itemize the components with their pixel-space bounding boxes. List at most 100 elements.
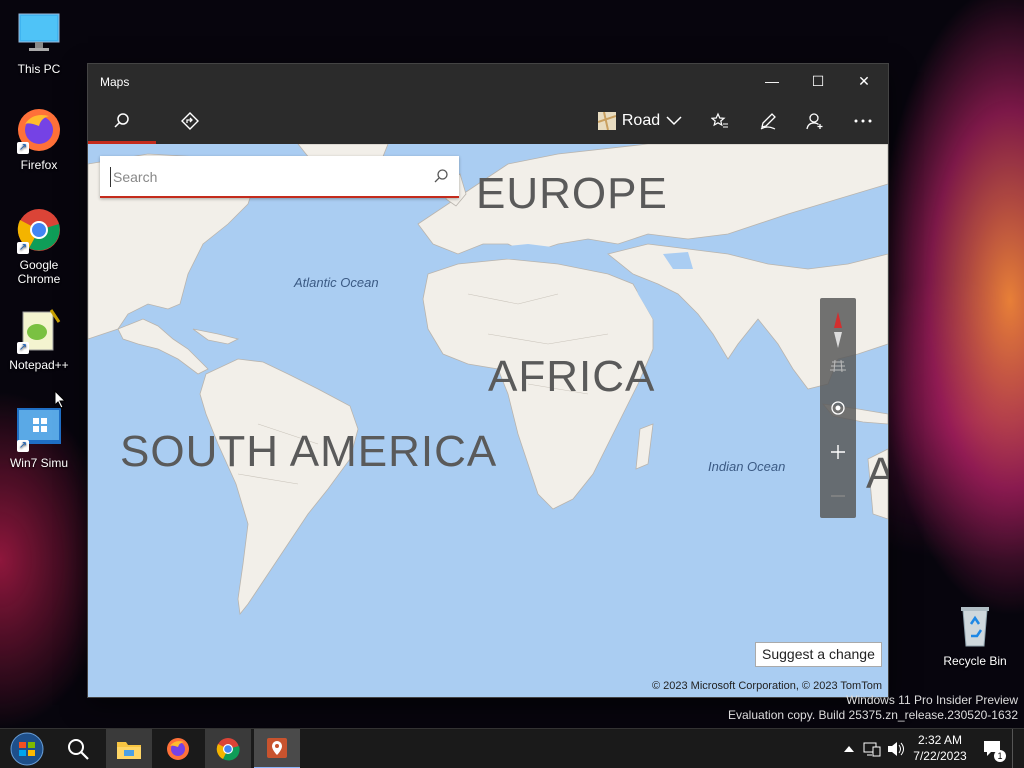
taskbar: 2:32 AM 7/22/2023 1	[0, 728, 1024, 768]
desktop-icon-recycle-bin[interactable]: Recycle Bin	[937, 602, 1013, 668]
chevron-up-icon	[844, 746, 854, 752]
account-button[interactable]	[797, 98, 833, 144]
clock-time: 2:32 AM	[917, 733, 963, 747]
map-style-label: Road	[621, 112, 661, 129]
close-button[interactable]: ✕	[841, 64, 887, 98]
search-input[interactable]	[110, 167, 410, 187]
map-canvas[interactable]: EUROPE AFRICA SOUTH AMERICA AU Atlantic …	[88, 144, 888, 697]
title-bar[interactable]: Maps — ☐ ✕	[88, 64, 888, 98]
south-america-landmass	[199, 358, 359, 615]
ocean-label-atlantic: Atlantic Ocean	[294, 275, 379, 290]
desktop-icon-win7-simu[interactable]: ↗ Win7 Simu	[1, 404, 77, 470]
caribbean-islands	[192, 328, 240, 345]
taskbar-search-button[interactable]	[56, 729, 100, 768]
continent-label-europe: EUROPE	[476, 169, 668, 218]
show-hidden-icons-button[interactable]	[840, 729, 858, 768]
continent-label-south-america: SOUTH AMERICA	[120, 427, 498, 476]
clock-date: 7/22/2023	[913, 749, 967, 763]
continent-label-africa: AFRICA	[488, 352, 656, 401]
notifications-button[interactable]: 1	[980, 729, 1006, 768]
map-copyright: © 2023 Microsoft Corporation, © 2023 Tom…	[651, 680, 882, 692]
search-icon[interactable]	[433, 168, 449, 184]
shortcut-arrow-icon: ↗	[17, 142, 29, 154]
search-box	[100, 156, 459, 198]
location-target-icon	[831, 401, 845, 415]
tab-search[interactable]	[88, 98, 156, 144]
maximize-icon: ☐	[811, 72, 825, 89]
plus-icon	[831, 445, 845, 459]
volume-button[interactable]	[884, 729, 908, 768]
taskbar-file-explorer[interactable]	[106, 729, 152, 768]
desktop-icon-label: Win7 Simu	[9, 456, 68, 470]
minus-icon	[831, 495, 845, 497]
toolbar: Road	[88, 98, 888, 144]
ocean-label-indian: Indian Ocean	[708, 459, 786, 474]
more-button[interactable]	[845, 98, 881, 144]
taskbar-chrome[interactable]	[205, 729, 251, 768]
minimize-button[interactable]: —	[749, 64, 795, 98]
zoom-in-button[interactable]	[820, 434, 856, 470]
desktop-icon-label: This PC	[17, 62, 61, 76]
world-map	[88, 144, 888, 615]
central-america-landmass	[117, 318, 209, 375]
grid-tilt-icon	[830, 360, 846, 372]
win7-simu-icon: ↗	[15, 404, 63, 452]
desktop-icon-this-pc[interactable]: This PC	[1, 10, 77, 76]
compass-icon	[834, 312, 842, 348]
watermark-line2: Evaluation copy. Build 25375.zn_release.…	[728, 708, 1018, 722]
shortcut-arrow-icon: ↗	[17, 342, 29, 354]
maps-icon	[267, 738, 287, 758]
madagascar-landmass	[635, 423, 654, 470]
desktop-icon-firefox[interactable]: ↗ Firefox	[1, 106, 77, 172]
desktop-icon-label: Google Chrome	[17, 258, 61, 286]
monitor-icon	[15, 10, 63, 58]
continent-label-australia: AU	[866, 449, 888, 498]
shortcut-arrow-icon: ↗	[17, 242, 29, 254]
close-icon: ✕	[858, 72, 870, 89]
notification-count-badge: 1	[994, 750, 1006, 762]
map-controls	[820, 298, 856, 518]
account-icon	[806, 113, 823, 130]
network-button[interactable]	[860, 729, 884, 768]
minimize-icon: —	[765, 73, 779, 89]
desktop-icon-label: Notepad++	[9, 358, 69, 372]
chrome-icon: ↗	[15, 206, 63, 254]
search-icon	[68, 739, 89, 760]
maps-window: Maps — ☐ ✕ Road EUROPE AFRICA SOUTH AMER…	[88, 64, 888, 697]
firefox-icon	[167, 738, 189, 760]
favorites-icon	[711, 112, 728, 128]
ink-pen-icon	[760, 113, 776, 130]
taskbar-firefox[interactable]	[156, 729, 200, 768]
windows-start-icon	[10, 732, 44, 766]
windows-watermark: Windows 11 Pro Insider Preview Evaluatio…	[728, 693, 1018, 723]
chevron-down-icon	[666, 116, 682, 126]
tilt-button[interactable]	[820, 348, 856, 384]
firefox-icon: ↗	[15, 106, 63, 154]
maximize-button[interactable]: ☐	[795, 64, 841, 98]
ink-button[interactable]	[750, 98, 786, 144]
clock[interactable]: 2:32 AM 7/22/2023	[906, 732, 974, 764]
desktop-icon-label: Firefox	[20, 158, 58, 172]
chrome-icon	[216, 738, 240, 761]
start-button[interactable]	[4, 729, 50, 768]
volume-icon	[888, 742, 904, 756]
tab-directions[interactable]	[170, 98, 210, 144]
map-style-dropdown[interactable]: Road	[595, 98, 685, 144]
zoom-out-button[interactable]	[820, 478, 856, 514]
taskbar-maps[interactable]	[254, 729, 300, 768]
suggest-change-button[interactable]: Suggest a change	[755, 642, 882, 667]
search-icon	[114, 113, 129, 128]
desktop-icon-label: Recycle Bin	[943, 654, 1007, 668]
desktop-icon-chrome[interactable]: ↗ Google Chrome	[1, 206, 77, 286]
show-desktop-button[interactable]	[1012, 729, 1024, 768]
file-explorer-icon	[117, 742, 141, 759]
favorites-button[interactable]	[702, 98, 738, 144]
mouse-cursor-icon	[54, 390, 66, 409]
map-style-icon	[597, 112, 616, 130]
locate-me-button[interactable]	[820, 390, 856, 426]
more-icon	[854, 119, 872, 123]
network-icon	[863, 742, 881, 757]
recycle-bin-icon	[951, 602, 999, 650]
desktop-icon-notepadpp[interactable]: ↗ Notepad++	[1, 306, 77, 372]
notepadpp-icon: ↗	[15, 306, 63, 354]
